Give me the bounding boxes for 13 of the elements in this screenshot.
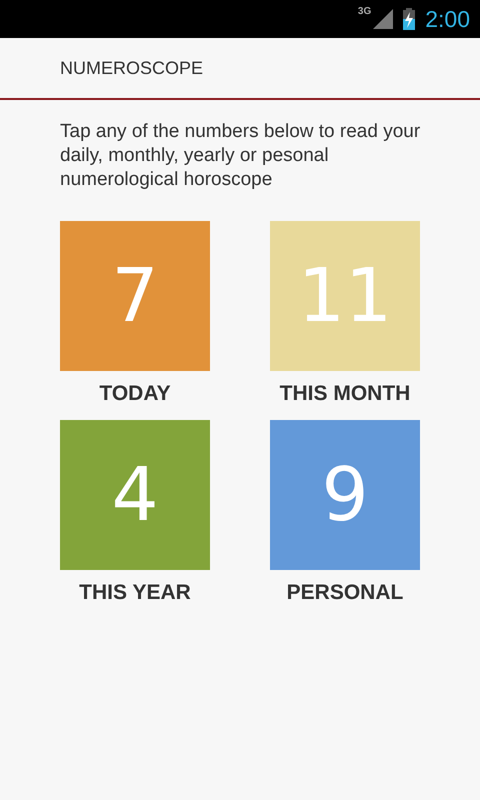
tile-label: THIS MONTH [280,382,410,406]
instruction-text: Tap any of the numbers below to read your daily, monthly, yearly or pesonal numerological horoscope [60,120,422,192]
app-title: NUMEROSCOPE [60,58,204,78]
number-tile[interactable]: 7 [60,221,210,371]
number-tile[interactable]: 9 [270,420,420,570]
tile-label: PERSONAL [286,581,404,605]
tile-label: TODAY [99,382,171,406]
clock-time: 2:00 [425,6,470,32]
signal-icon [373,9,394,29]
network-type: 3G [358,6,372,17]
battery-charging-icon [403,8,416,30]
tile-label: THIS YEAR [79,581,191,605]
number-tile[interactable]: 4 [60,420,210,570]
